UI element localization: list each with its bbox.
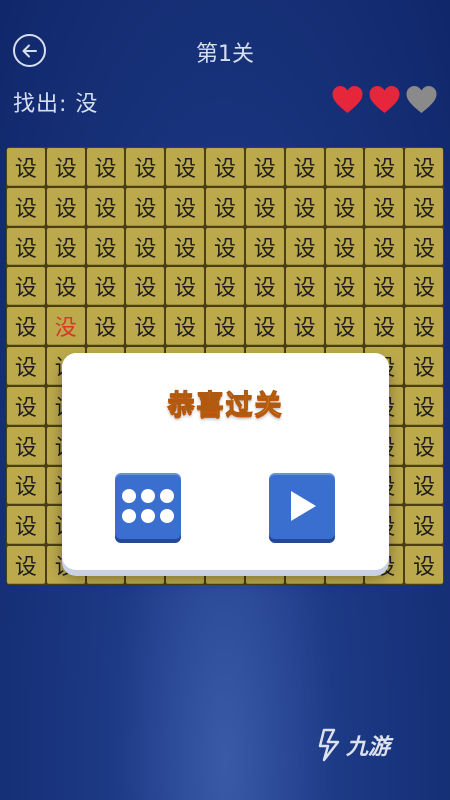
grid-cell[interactable]: 设 xyxy=(126,227,165,266)
lives-indicator xyxy=(331,85,438,115)
grid-cell[interactable]: 设 xyxy=(325,148,364,186)
grid-cell[interactable]: 设 xyxy=(126,148,165,186)
grid-cell[interactable]: 设 xyxy=(7,227,45,266)
grid-cell[interactable]: 设 xyxy=(166,267,205,306)
grid-cell[interactable]: 设 xyxy=(285,148,324,186)
grid-cell[interactable]: 设 xyxy=(86,307,125,346)
grid-cell[interactable]: 设 xyxy=(245,267,284,306)
grid-cell[interactable]: 设 xyxy=(7,466,45,505)
grid-cell[interactable]: 设 xyxy=(86,148,125,186)
grid-cell[interactable]: 设 xyxy=(285,267,324,306)
grid-cell[interactable]: 设 xyxy=(325,267,364,306)
grid-dots-icon xyxy=(122,489,174,523)
level-title: 第1关 xyxy=(196,42,254,67)
heart-icon xyxy=(406,86,437,113)
grid-cell[interactable]: 设 xyxy=(7,386,45,425)
grid-cell[interactable]: 设 xyxy=(206,267,244,306)
grid-cell[interactable]: 设 xyxy=(206,307,244,346)
find-instruction: 找出: 没 xyxy=(13,86,98,118)
grid-cell[interactable]: 设 xyxy=(46,187,85,226)
grid-cell[interactable]: 设 xyxy=(206,187,244,226)
grid-cell[interactable]: 设 xyxy=(365,148,404,186)
heart-icon xyxy=(369,86,400,113)
grid-cell[interactable]: 设 xyxy=(166,187,205,226)
grid-cell[interactable]: 设 xyxy=(7,347,45,385)
grid-cell[interactable]: 设 xyxy=(126,187,165,226)
grid-cell[interactable]: 设 xyxy=(166,148,205,186)
grid-cell[interactable]: 设 xyxy=(86,267,125,306)
grid-cell[interactable]: 设 xyxy=(365,267,404,306)
grid-cell[interactable]: 设 xyxy=(405,506,443,545)
congrats-title: 恭喜过关 xyxy=(167,390,284,422)
grid-cell[interactable]: 设 xyxy=(285,187,324,226)
grid-cell[interactable]: 设 xyxy=(405,546,443,584)
find-prefix: 找出: xyxy=(13,92,76,117)
grid-cell[interactable]: 设 xyxy=(325,307,364,346)
grid-cell[interactable]: 设 xyxy=(405,267,443,306)
next-level-button[interactable] xyxy=(269,473,335,539)
grid-cell[interactable]: 设 xyxy=(46,227,85,266)
grid-cell[interactable]: 设 xyxy=(245,307,284,346)
grid-cell[interactable]: 设 xyxy=(46,267,85,306)
watermark-text: 九游 xyxy=(346,735,391,760)
grid-cell[interactable]: 设 xyxy=(365,307,404,346)
grid-cell[interactable]: 设 xyxy=(126,267,165,306)
grid-cell[interactable]: 设 xyxy=(405,307,443,346)
grid-cell[interactable]: 设 xyxy=(405,386,443,425)
grid-cell[interactable]: 设 xyxy=(285,227,324,266)
level-complete-dialog: 恭喜过关 xyxy=(62,353,389,570)
grid-cell[interactable]: 设 xyxy=(46,148,85,186)
grid-cell[interactable]: 设 xyxy=(86,187,125,226)
grid-cell[interactable]: 设 xyxy=(126,307,165,346)
grid-cell[interactable]: 设 xyxy=(7,267,45,306)
grid-cell[interactable]: 设 xyxy=(405,187,443,226)
grid-cell[interactable]: 设 xyxy=(245,148,284,186)
grid-cell[interactable]: 设 xyxy=(206,227,244,266)
target-char: 没 xyxy=(75,92,99,117)
grid-cell[interactable]: 设 xyxy=(86,227,125,266)
grid-cell-target[interactable]: 没 xyxy=(46,307,85,346)
grid-cell[interactable]: 设 xyxy=(245,187,284,226)
grid-cell[interactable]: 设 xyxy=(7,426,45,465)
grid-cell[interactable]: 设 xyxy=(405,426,443,465)
grid-cell[interactable]: 设 xyxy=(365,227,404,266)
grid-cell[interactable]: 设 xyxy=(206,148,244,186)
grid-cell[interactable]: 设 xyxy=(325,187,364,226)
heart-icon xyxy=(332,86,363,113)
grid-cell[interactable]: 设 xyxy=(7,307,45,346)
grid-cell[interactable]: 设 xyxy=(245,227,284,266)
watermark: 九游 xyxy=(318,728,390,762)
grid-cell[interactable]: 设 xyxy=(405,347,443,385)
play-icon xyxy=(291,491,316,521)
grid-cell[interactable]: 设 xyxy=(7,546,45,584)
grid-cell[interactable]: 设 xyxy=(7,148,45,186)
grid-cell[interactable]: 设 xyxy=(7,187,45,226)
grid-cell[interactable]: 设 xyxy=(405,466,443,505)
grid-cell[interactable]: 设 xyxy=(166,227,205,266)
grid-cell[interactable]: 设 xyxy=(365,187,404,226)
logo-icon xyxy=(318,728,340,762)
grid-cell[interactable]: 设 xyxy=(166,307,205,346)
grid-cell[interactable]: 设 xyxy=(405,148,443,186)
grid-cell[interactable]: 设 xyxy=(285,307,324,346)
level-menu-button[interactable] xyxy=(115,473,181,539)
grid-cell[interactable]: 设 xyxy=(7,506,45,545)
grid-cell[interactable]: 设 xyxy=(325,227,364,266)
grid-cell[interactable]: 设 xyxy=(405,227,443,266)
